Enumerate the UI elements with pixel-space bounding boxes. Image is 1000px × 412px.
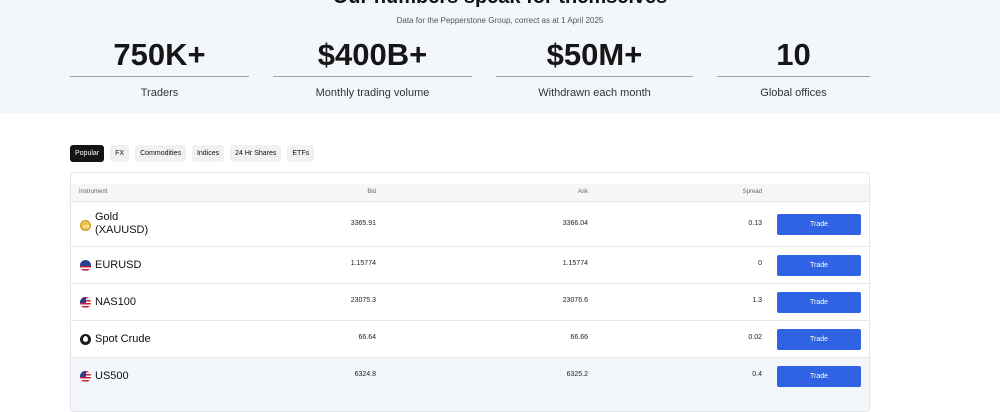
instrument-name[interactable]: US500 [95,370,129,383]
ask-price: 66.66 [570,334,588,341]
section-subtitle: Data for the Pepperstone Group, correct … [396,16,604,25]
column-header-bid: Bid [367,189,376,195]
tab-popular[interactable]: Popular [70,145,105,162]
stat-value: 750K+ [113,37,206,72]
stat-value: $400B+ [317,37,428,72]
trade-button[interactable]: Trade [777,255,861,276]
stat-value: 10 [776,37,811,72]
stats-section: Our numbers speak for themselves Data fo… [0,0,1000,113]
table-header: Instrument Bid Ask Spread [71,184,869,201]
us-flag-icon [80,297,91,308]
ask-price: 23076.6 [562,297,588,304]
column-header-spread: Spread [742,189,762,195]
spread-value: 0.4 [752,371,762,378]
spread-value: 1.3 [752,297,762,304]
table-row: NAS100 23075.3 23076.6 1.3 Trade [71,283,869,320]
eu-us-flag-icon [80,260,91,271]
stat-divider [273,76,472,77]
stat-traders: 750K+ Traders [70,34,249,99]
oil-drop-icon [80,334,91,345]
spread-value: 0 [758,260,762,267]
stat-trading-volume: $400B+ Monthly trading volume [273,34,472,99]
column-header-instrument: Instrument [79,189,108,195]
bid-price: 6324.8 [354,371,376,378]
prices-table: Instrument Bid Ask Spread Gold (XAUUSD) … [70,172,870,412]
stat-offices: 10 Global offices [717,34,870,99]
column-header-ask: Ask [577,189,588,195]
instrument-name[interactable]: EURUSD [95,259,141,272]
trade-button[interactable]: Trade [777,292,861,313]
tab-etfs[interactable]: ETFs [287,145,315,162]
gold-bar-icon [80,220,91,231]
table-row: Gold (XAUUSD) 3365.91 3366.04 0.13 Trade [71,201,869,246]
market-tabs: Popular FX Commodities Indices 24 Hr Sha… [70,145,315,162]
instrument-symbol: Gold [95,211,119,223]
spread-value: 0.02 [748,334,762,341]
tab-commodities[interactable]: Commodities [135,145,186,162]
stat-label: Withdrawn each month [538,87,651,99]
stat-label: Global offices [760,87,827,99]
stat-value: $50M+ [546,37,643,72]
us-flag-icon [80,371,91,382]
bid-price: 3365.91 [350,220,376,227]
instrument-ticker: (XAUUSD) [95,224,149,236]
bid-price: 23075.3 [350,297,376,304]
ask-price: 1.15774 [562,260,588,267]
tab-indices[interactable]: Indices [191,145,225,162]
bid-price: 66.64 [358,334,376,341]
ask-price: 3366.04 [562,220,588,227]
instrument-name[interactable]: NAS100 [95,296,136,309]
stat-divider [496,76,693,77]
instrument-name[interactable]: Gold (XAUUSD) [95,211,148,237]
ask-price: 6325.2 [566,371,588,378]
table-row: EURUSD 1.15774 1.15774 0 Trade [71,246,869,283]
stat-divider [70,76,249,77]
table-row: US500 6324.8 6325.2 0.4 Trade [71,357,869,411]
trade-button[interactable]: Trade [777,366,861,387]
instrument-name[interactable]: Spot Crude [95,333,151,346]
section-headline: Our numbers speak for themselves [0,0,1000,9]
stat-divider [717,76,870,77]
stat-withdrawn: $50M+ Withdrawn each month [496,34,693,99]
stat-label: Traders [140,87,179,99]
tab-fx[interactable]: FX [110,145,130,162]
bid-price: 1.15774 [350,260,376,267]
table-row: Spot Crude 66.64 66.66 0.02 Trade [71,320,869,357]
tab-24hr-shares[interactable]: 24 Hr Shares [230,145,282,162]
stat-label: Monthly trading volume [315,87,430,99]
trade-button[interactable]: Trade [777,329,861,350]
trade-button[interactable]: Trade [777,214,861,235]
spread-value: 0.13 [748,220,762,227]
